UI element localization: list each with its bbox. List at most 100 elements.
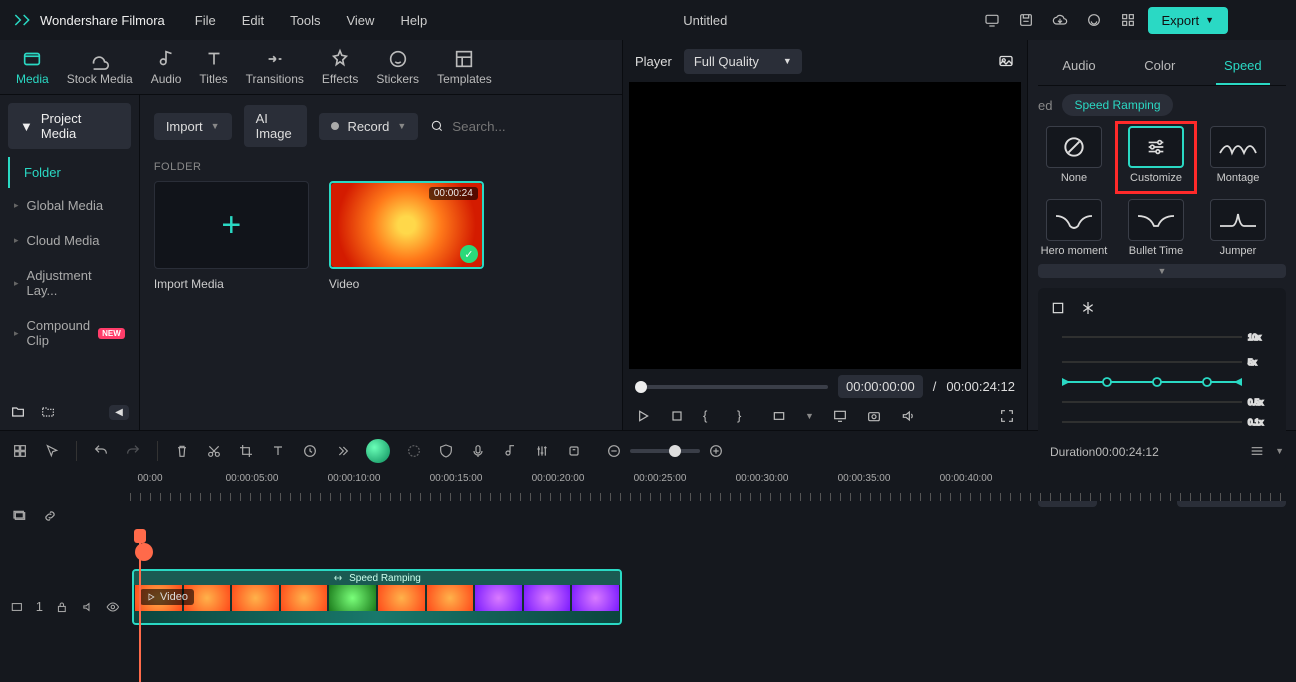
shield-icon[interactable] [438,443,454,459]
video-clip[interactable]: Speed Ramping Video [132,569,622,625]
save-icon[interactable] [1018,12,1034,28]
check-icon: ✓ [460,245,478,263]
import-button[interactable]: Import▼ [154,113,232,140]
sidebar-compound-clip[interactable]: ▸Compound ClipNEW [0,308,139,358]
collapse-sidebar-icon[interactable]: ◀ [109,405,129,420]
crop-ratio-icon[interactable] [771,408,787,424]
menu-file[interactable]: File [195,13,216,28]
sidebar-adjustment-layer[interactable]: ▸Adjustment Lay... [0,258,139,308]
layout-icon[interactable] [12,443,28,459]
ai-avatar-icon[interactable] [366,439,390,463]
volume-icon[interactable] [900,408,916,424]
track-add-icon[interactable] [12,508,28,524]
seek-bar[interactable] [635,385,828,389]
more-tools-icon[interactable] [334,443,350,459]
video-clip-tile[interactable]: 00:00:24 ✓ Video [329,181,484,291]
sidebar-global-media[interactable]: ▸Global Media [0,188,139,223]
grid-toggle-icon[interactable] [1050,300,1066,316]
inspector-panel: Audio Color Speed ed Speed Ramping None … [1028,40,1296,430]
title-actions [984,12,1136,28]
mark-in-icon[interactable]: { [703,408,719,424]
device-icon[interactable] [984,12,1000,28]
preset-customize[interactable]: Customize [1120,126,1192,189]
export-button[interactable]: Export ▼ [1148,7,1229,34]
folder-icon[interactable] [40,404,56,420]
zoom-out-icon[interactable] [606,443,622,459]
preview-viewport[interactable] [629,82,1021,369]
timeline-ruler[interactable]: 00:00 00:00:05:00 00:00:10:00 00:00:15:0… [0,471,1296,501]
video-track-icon [10,600,24,614]
tab-stickers[interactable]: Stickers [376,48,419,94]
main-menu: File Edit Tools View Help [195,13,427,28]
timeline-marker[interactable] [135,543,153,561]
tab-stock-media[interactable]: Stock Media [67,48,133,94]
mic-icon[interactable] [470,443,486,459]
menu-help[interactable]: Help [400,13,427,28]
tab-templates[interactable]: Templates [437,48,492,94]
tab-audio[interactable]: Audio [151,48,182,94]
svg-text:5x: 5x [1248,358,1256,367]
crop-icon[interactable] [238,443,254,459]
zoom-slider[interactable] [630,449,700,453]
import-media-tile[interactable]: + Import Media [154,181,309,291]
mute-icon[interactable] [81,600,95,614]
speed-ramping-pill[interactable]: Speed Ramping [1062,94,1172,116]
player-label: Player [635,54,672,69]
tab-media[interactable]: Media [16,48,49,94]
tool-tabs: Media Stock Media Audio Titles Transitio… [0,40,622,95]
support-icon[interactable] [1086,12,1102,28]
preset-bullet-time[interactable]: Bullet Time [1120,199,1192,258]
music-note-icon[interactable] [502,443,518,459]
sidebar-folder[interactable]: Folder [8,157,139,188]
preset-hero-moment[interactable]: Hero moment [1038,199,1110,258]
marker-icon[interactable] [566,443,582,459]
mark-out-icon[interactable]: } [737,408,753,424]
undo-icon[interactable] [93,443,109,459]
camera-icon[interactable] [866,408,882,424]
tab-transitions[interactable]: Transitions [246,48,304,94]
tab-effects[interactable]: Effects [322,48,358,94]
mixer-icon[interactable] [534,443,550,459]
inspector-tab-speed[interactable]: Speed [1216,48,1270,85]
visibility-icon[interactable] [106,600,120,614]
record-button[interactable]: Record▼ [319,113,418,140]
stop-icon[interactable] [669,408,685,424]
delete-icon[interactable] [174,443,190,459]
export-label: Export [1162,13,1200,28]
cursor-icon[interactable] [44,443,60,459]
new-folder-icon[interactable] [10,404,26,420]
color-wheel-icon[interactable] [406,443,422,459]
preset-none[interactable]: None [1038,126,1110,189]
snapshot-icon[interactable] [997,52,1015,70]
playhead[interactable] [139,531,141,682]
text-icon[interactable] [270,443,286,459]
sidebar-project-media[interactable]: ▼Project Media [8,103,131,149]
track-height-icon[interactable] [1249,443,1265,459]
sidebar-cloud-media[interactable]: ▸Cloud Media [0,223,139,258]
preset-jumper[interactable]: Jumper [1202,199,1274,258]
menu-edit[interactable]: Edit [242,13,264,28]
quality-select[interactable]: Full Quality▼ [684,49,802,74]
freeze-frame-icon[interactable] [1080,300,1096,316]
redo-icon[interactable] [125,443,141,459]
ai-image-button[interactable]: AI Image [244,105,308,147]
menu-view[interactable]: View [346,13,374,28]
zoom-in-icon[interactable] [708,443,724,459]
cut-icon[interactable] [206,443,222,459]
menu-tools[interactable]: Tools [290,13,320,28]
speed-icon[interactable] [302,443,318,459]
tab-titles[interactable]: Titles [199,48,227,94]
play-icon[interactable] [635,408,651,424]
svg-text:10x: 10x [1248,333,1261,342]
cloud-icon[interactable] [1052,12,1068,28]
search-input[interactable] [452,119,629,134]
more-presets-toggle[interactable]: ▼ [1038,264,1286,278]
preset-montage[interactable]: Montage [1202,126,1274,189]
lock-icon[interactable] [55,600,69,614]
apps-icon[interactable] [1120,12,1136,28]
display-icon[interactable] [832,408,848,424]
fullscreen-icon[interactable] [999,408,1015,424]
link-icon[interactable] [42,508,58,524]
inspector-tab-audio[interactable]: Audio [1054,48,1103,85]
inspector-tab-color[interactable]: Color [1136,48,1183,85]
